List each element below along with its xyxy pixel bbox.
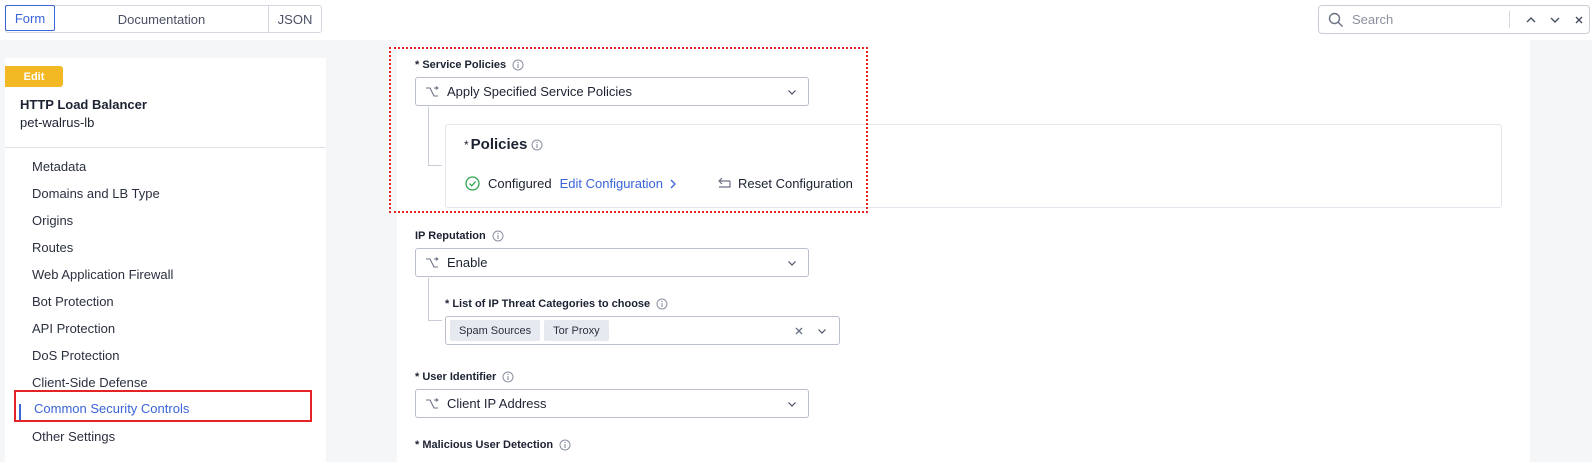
sidebar-item-api-protection[interactable]: API Protection (32, 321, 115, 336)
object-type: HTTP Load Balancer (20, 97, 147, 112)
user-identifier-value: Client IP Address (447, 396, 547, 411)
sidebar-item-bot-protection[interactable]: Bot Protection (32, 294, 114, 309)
sidebar-item-origins[interactable]: Origins (32, 213, 73, 228)
search-input[interactable] (1352, 12, 1502, 27)
tree-connector (428, 278, 429, 320)
chip-spam-sources[interactable]: Spam Sources (450, 320, 541, 341)
tab-documentation[interactable]: Documentation (55, 6, 269, 32)
chip-tor-proxy[interactable]: Tor Proxy (544, 320, 609, 341)
sidebar-item-waf[interactable]: Web Application Firewall (32, 267, 173, 282)
sidebar-item-dos-protection[interactable]: DoS Protection (32, 348, 119, 363)
sidebar-item-metadata[interactable]: Metadata (32, 159, 86, 174)
search-next-button[interactable] (1538, 8, 1562, 32)
edit-badge: Edit (5, 66, 63, 87)
info-icon[interactable] (502, 371, 514, 383)
search-box (1318, 5, 1590, 34)
search-previous-button[interactable] (1514, 8, 1538, 32)
chevron-down-icon (786, 257, 798, 269)
clear-icon[interactable] (793, 325, 805, 337)
info-icon[interactable] (492, 230, 504, 242)
ip-reputation-label: IP Reputation (415, 230, 504, 242)
sidebar-item-routes[interactable]: Routes (32, 240, 73, 255)
view-tabs: Form Documentation JSON (5, 5, 322, 33)
chevron-down-icon (1550, 17, 1559, 23)
search-close-button[interactable] (1562, 8, 1586, 32)
top-bar: Form Documentation JSON (0, 0, 1592, 40)
sidebar-item-domains[interactable]: Domains and LB Type (32, 186, 160, 201)
right-gutter (1530, 40, 1592, 462)
info-icon[interactable] (559, 439, 571, 451)
sidebar-item-client-side-defense[interactable]: Client-Side Defense (32, 375, 148, 390)
search-icon (1328, 12, 1343, 27)
sidebar-divider (5, 147, 326, 148)
close-icon (1575, 16, 1582, 23)
ip-reputation-value: Enable (447, 255, 488, 270)
user-identifier-select[interactable]: Client IP Address (415, 389, 809, 418)
user-identifier-label-text: * User Identifier (415, 371, 497, 383)
tab-form[interactable]: Form (5, 5, 55, 31)
choice-icon (425, 256, 439, 269)
ip-reputation-select[interactable]: Enable (415, 248, 809, 277)
highlight-box-sidebar (14, 390, 312, 422)
ip-threat-categories-label: * List of IP Threat Categories to choose (445, 298, 668, 310)
ip-threat-categories-select[interactable]: Spam Sources Tor Proxy (445, 316, 840, 345)
ip-threat-categories-label-text: * List of IP Threat Categories to choose (445, 298, 651, 310)
chevron-down-icon[interactable] (816, 325, 828, 337)
chevron-up-icon (1526, 16, 1535, 22)
chevron-down-icon (786, 398, 798, 410)
info-icon[interactable] (656, 298, 668, 310)
tree-connector (428, 320, 442, 321)
sidebar-item-other-settings[interactable]: Other Settings (32, 429, 115, 444)
malicious-user-detection-label: * Malicious User Detection (415, 439, 571, 451)
malicious-user-detection-label-text: * Malicious User Detection (415, 439, 554, 451)
choice-icon (425, 397, 439, 410)
object-name: pet-walrus-lb (20, 115, 95, 130)
tab-json[interactable]: JSON (269, 6, 321, 32)
highlight-box-service-policies (389, 47, 868, 213)
user-identifier-label: * User Identifier (415, 371, 514, 383)
search-separator (1509, 11, 1510, 28)
ip-reputation-label-text: IP Reputation (415, 230, 486, 242)
